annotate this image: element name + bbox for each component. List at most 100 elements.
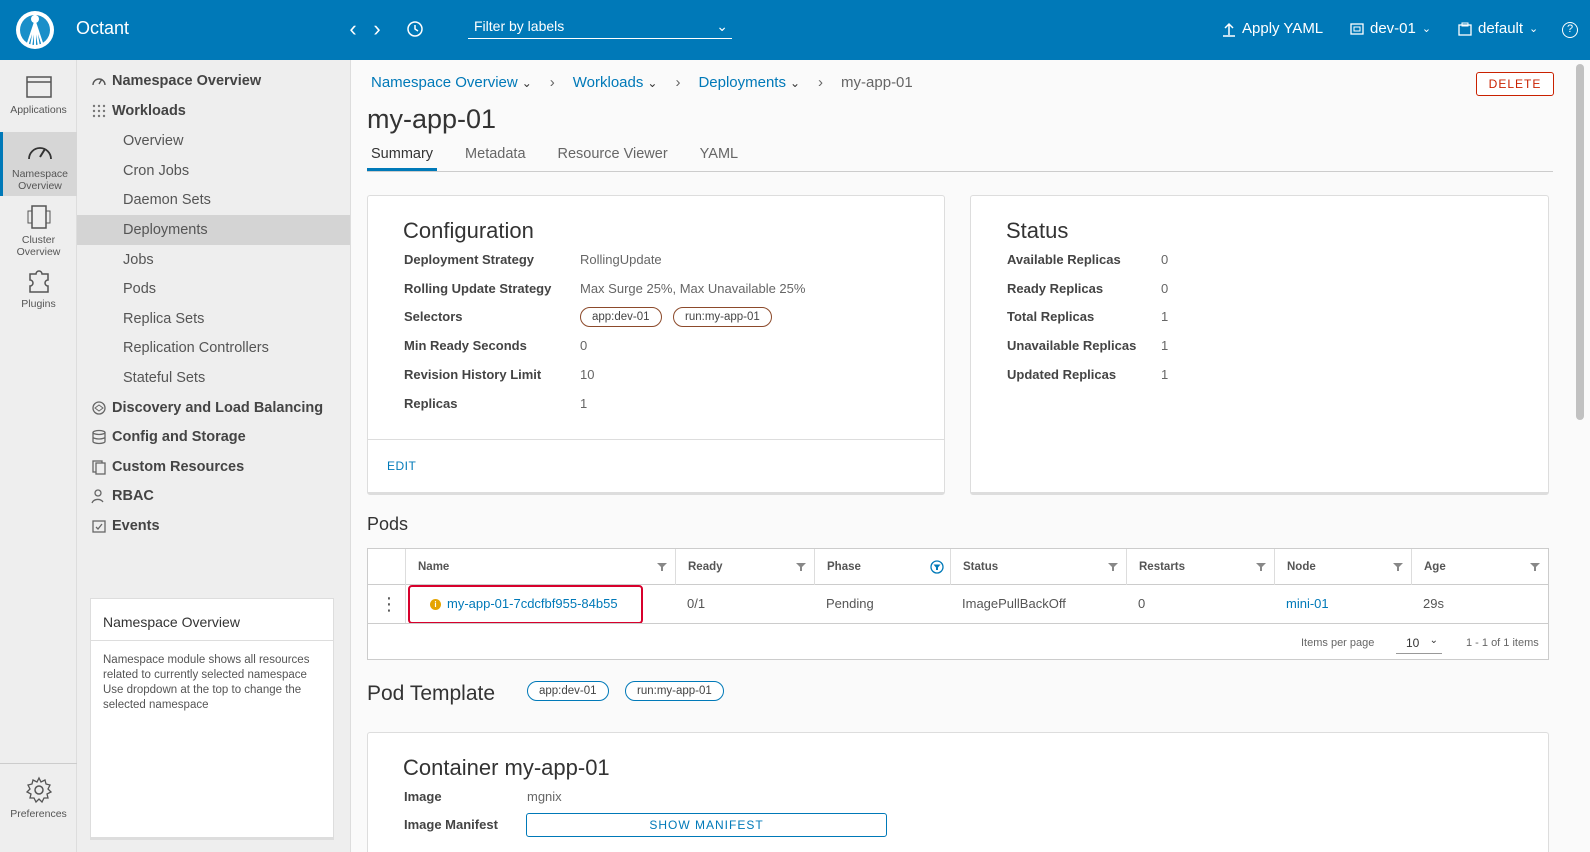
pod-status-cell: ImagePullBackOff (962, 596, 1066, 611)
sidenav-item-cron-jobs[interactable]: Cron Jobs (77, 156, 350, 186)
table-header: Name Ready Phase Status Restarts Node Ag… (368, 549, 1548, 585)
breadcrumb-deployments[interactable]: Deployments ⌄ (698, 74, 800, 91)
column-age[interactable]: Age (1411, 549, 1548, 585)
tab-yaml[interactable]: YAML (696, 146, 742, 171)
sidenav-label: Namespace Overview (112, 73, 262, 89)
rail-preferences[interactable]: Preferences (0, 776, 77, 820)
dashboard-icon (92, 78, 106, 86)
octant-logo-icon[interactable] (14, 8, 56, 52)
sidenav-events[interactable]: Events (77, 511, 350, 541)
sidenav-config-storage[interactable]: Config and Storage (77, 422, 350, 452)
namespace-dropdown[interactable]: default ⌄ (1458, 20, 1538, 37)
kv-label: Unavailable Replicas (1007, 338, 1137, 353)
column-phase[interactable]: Phase (814, 549, 950, 585)
label-pill: app:dev-01 (527, 681, 609, 701)
pod-restarts-cell: 0 (1138, 596, 1146, 611)
pagination-range: 1 - 1 of 1 items (1466, 637, 1539, 649)
user-key-icon (91, 489, 104, 504)
tab-resource-viewer[interactable]: Resource Viewer (554, 146, 672, 171)
kv-value: 1 (1161, 309, 1169, 324)
card-divider (368, 439, 944, 440)
chevron-right-icon: › (549, 74, 555, 91)
sidenav-label: Workloads (112, 103, 186, 119)
pod-name-link[interactable]: my-app-01-7cdcfbf955-84b55 (447, 585, 618, 623)
sidenav-item-replica-sets[interactable]: Replica Sets (77, 304, 350, 334)
main-content: Namespace Overview ⌄ › Workloads ⌄ › Deplo… (351, 60, 1572, 852)
sidenav-workloads[interactable]: Workloads (77, 96, 350, 126)
breadcrumb-namespace-overview[interactable]: Namespace Overview ⌄ (371, 74, 532, 91)
puzzle-icon (28, 270, 49, 293)
sidenav-label: Custom Resources (112, 459, 245, 475)
rail-label: Plugins (21, 298, 56, 310)
tab-metadata[interactable]: Metadata (461, 146, 529, 171)
column-status[interactable]: Status (950, 549, 1126, 585)
kv-label: Total Replicas (1007, 309, 1095, 324)
kv-label: Rolling Update Strategy (404, 281, 552, 296)
show-manifest-button[interactable]: SHOW MANIFEST (526, 813, 887, 837)
breadcrumb-workloads[interactable]: Workloads ⌄ (573, 74, 658, 91)
column-restarts[interactable]: Restarts (1126, 549, 1274, 585)
grid-icon (92, 104, 106, 118)
column-label: Ready (688, 561, 723, 573)
history-icon[interactable] (404, 18, 426, 40)
filter-icon[interactable] (1108, 562, 1118, 572)
pods-table: Name Ready Phase Status Restarts Node Ag… (367, 548, 1549, 660)
rail-namespace-overview[interactable]: Namespace Overview (0, 132, 77, 196)
sidenav-item-overview[interactable]: Overview (77, 126, 350, 156)
column-label: Restarts (1139, 561, 1186, 573)
column-node[interactable]: Node (1274, 549, 1411, 585)
kv-value: 0 (1161, 281, 1169, 296)
column-ready[interactable]: Ready (675, 549, 814, 585)
items-per-page-label: Items per page (1301, 637, 1375, 649)
row-actions-icon[interactable]: ⋮ (376, 585, 398, 623)
rail-plugins[interactable]: Plugins (0, 266, 77, 310)
back-arrow-icon[interactable]: ‹ (346, 16, 360, 42)
tab-summary[interactable]: Summary (367, 146, 438, 171)
sidenav-item-stateful-sets[interactable]: Stateful Sets (77, 363, 350, 393)
sidenav-item-daemon-sets[interactable]: Daemon Sets (77, 185, 350, 215)
breadcrumb-label: Namespace Overview (371, 74, 518, 91)
column-name[interactable]: Name (405, 549, 675, 585)
chevron-right-icon: › (675, 74, 681, 91)
items-per-page-select[interactable]: 10 ⌄ (1396, 632, 1442, 654)
sidenav-custom-resources[interactable]: Custom Resources (77, 452, 350, 482)
sidenav-item-replication-controllers[interactable]: Replication Controllers (77, 333, 350, 363)
pod-ready-cell: 0/1 (687, 596, 706, 611)
filter-icon[interactable] (1393, 562, 1403, 572)
filter-active-icon[interactable] (930, 560, 944, 574)
filter-icon[interactable] (796, 562, 806, 572)
selector-pill: app:dev-01 (580, 307, 662, 327)
rail-cluster-overview[interactable]: Cluster Overview (0, 204, 77, 258)
cluster-icon (27, 205, 50, 229)
dashboard-icon (28, 147, 52, 160)
chevron-down-icon: ⌄ (1429, 635, 1438, 646)
module-rail: Applications Namespace Overview Cluster … (0, 60, 77, 852)
edit-button[interactable]: EDIT (387, 459, 416, 473)
sidenav-namespace-overview[interactable]: Namespace Overview (77, 66, 350, 96)
database-icon (92, 429, 106, 445)
apply-yaml-button[interactable]: Apply YAML (1222, 20, 1323, 37)
context-dropdown[interactable]: dev-01 ⌄ (1350, 20, 1431, 37)
filter-icon[interactable] (657, 562, 667, 572)
pod-node-link[interactable]: mini-01 (1274, 585, 1329, 623)
forward-arrow-icon[interactable]: › (370, 16, 384, 42)
filter-icon[interactable] (1530, 562, 1540, 572)
label-filter-select[interactable]: Filter by labels ⌄ (468, 16, 732, 39)
kv-value: 1 (580, 396, 588, 411)
delete-button[interactable]: DELETE (1476, 72, 1554, 96)
sidenav-item-pods[interactable]: Pods (77, 274, 350, 304)
sidenav-item-jobs[interactable]: Jobs (77, 245, 350, 275)
kv-value: 0 (580, 338, 588, 353)
filter-icon[interactable] (1256, 562, 1266, 572)
brand-name: Octant (76, 18, 130, 38)
column-label: Status (963, 561, 999, 573)
sidenav-rbac[interactable]: RBAC (77, 481, 350, 511)
page-scrollbar[interactable] (1576, 64, 1584, 420)
sidenav-item-deployments[interactable]: Deployments (77, 215, 350, 245)
sidenav-discovery[interactable]: Discovery and Load Balancing (77, 393, 350, 423)
rail-applications[interactable]: Applications (0, 74, 77, 116)
upload-icon (1223, 22, 1235, 37)
help-icon[interactable]: ? (1562, 22, 1578, 38)
cluster-context-icon (1350, 22, 1364, 35)
kv-label: Updated Replicas (1007, 367, 1117, 382)
